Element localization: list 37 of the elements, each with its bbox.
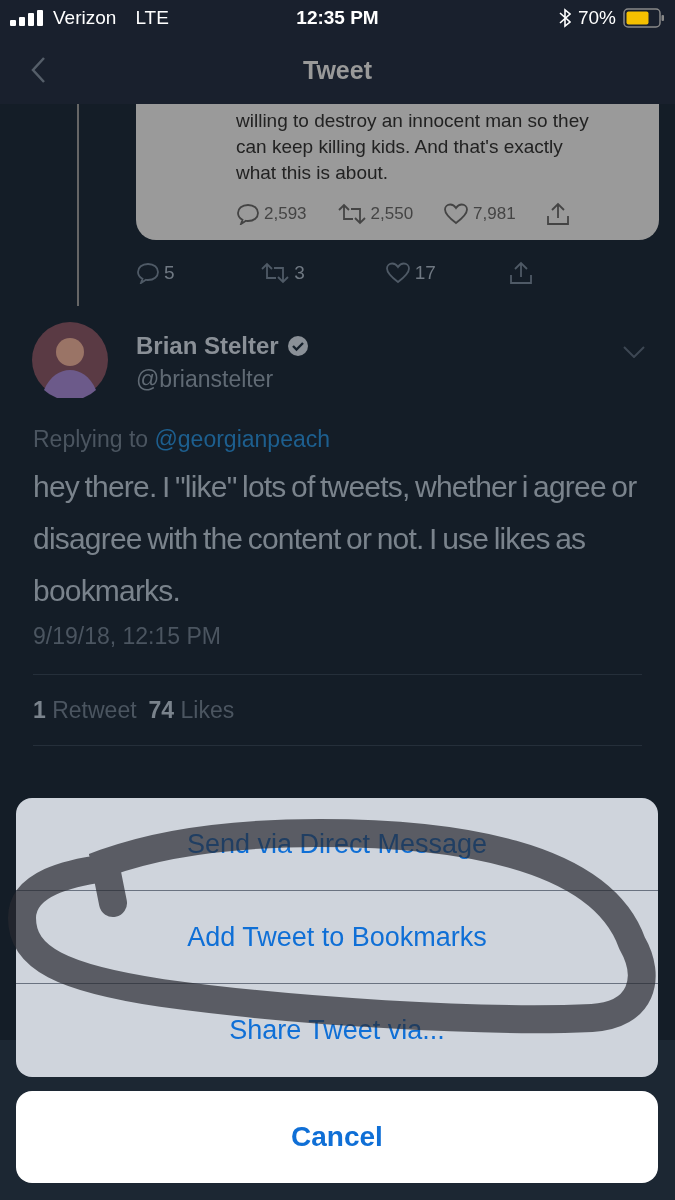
retweet-count: 3 <box>294 262 305 284</box>
retweet-icon[interactable] <box>336 203 367 225</box>
retweet-total[interactable]: 1 Retweet <box>33 696 137 724</box>
reply-icon[interactable] <box>136 262 160 284</box>
carrier-name: Verizon <box>53 7 117 29</box>
heart-icon[interactable] <box>384 262 411 284</box>
signal-icon <box>10 10 46 26</box>
battery-percent: 70% <box>577 7 616 29</box>
battery-icon <box>623 8 665 28</box>
chevron-down-icon[interactable] <box>623 346 645 358</box>
mention-link[interactable]: @georgianpeach <box>154 426 330 452</box>
tweet-timestamp: 9/19/18, 12:15 PM <box>33 623 222 650</box>
reply-icon[interactable] <box>236 203 260 225</box>
like-count: 17 <box>414 262 436 284</box>
like-total[interactable]: 74 Likes <box>148 696 235 724</box>
heart-icon[interactable] <box>443 203 470 225</box>
back-icon[interactable] <box>30 56 46 84</box>
reply-count: 5 <box>164 262 175 284</box>
tweet-text: hey there. I "like" lots of tweets, whether i agree or disagree with the content or not. I use likes as bookmarks. <box>33 469 638 609</box>
bluetooth-icon <box>558 8 571 28</box>
retweet-icon[interactable] <box>260 262 291 284</box>
sheet-option[interactable]: Add Tweet to Bookmarks <box>16 891 658 984</box>
cancel-button[interactable]: Cancel <box>16 1091 658 1183</box>
clock-time: 12:35 PM <box>296 7 379 29</box>
avatar[interactable] <box>32 322 108 398</box>
share-icon[interactable] <box>545 202 570 226</box>
page-title: Tweet <box>303 55 372 85</box>
author-name: Brian Stelter <box>136 332 279 360</box>
retweet-count: 2,550 <box>370 204 414 224</box>
author-handle: @brianstelter <box>136 366 275 393</box>
network-type: LTE <box>135 7 169 29</box>
quoted-tweet-card[interactable]: willing to destroy an innocent man so they can keep killing kids. And that's exactly what this is about. 2,593 2,550 7,981 <box>136 104 659 240</box>
reply-count: 2,593 <box>264 204 307 224</box>
quoted-tweet-text: willing to destroy an innocent man so they can keep killing kids. And that's exactly what this is about. <box>236 109 590 185</box>
like-count: 7,981 <box>473 204 516 224</box>
share-icon[interactable] <box>509 261 533 285</box>
replying-label: Replying to <box>33 426 149 452</box>
